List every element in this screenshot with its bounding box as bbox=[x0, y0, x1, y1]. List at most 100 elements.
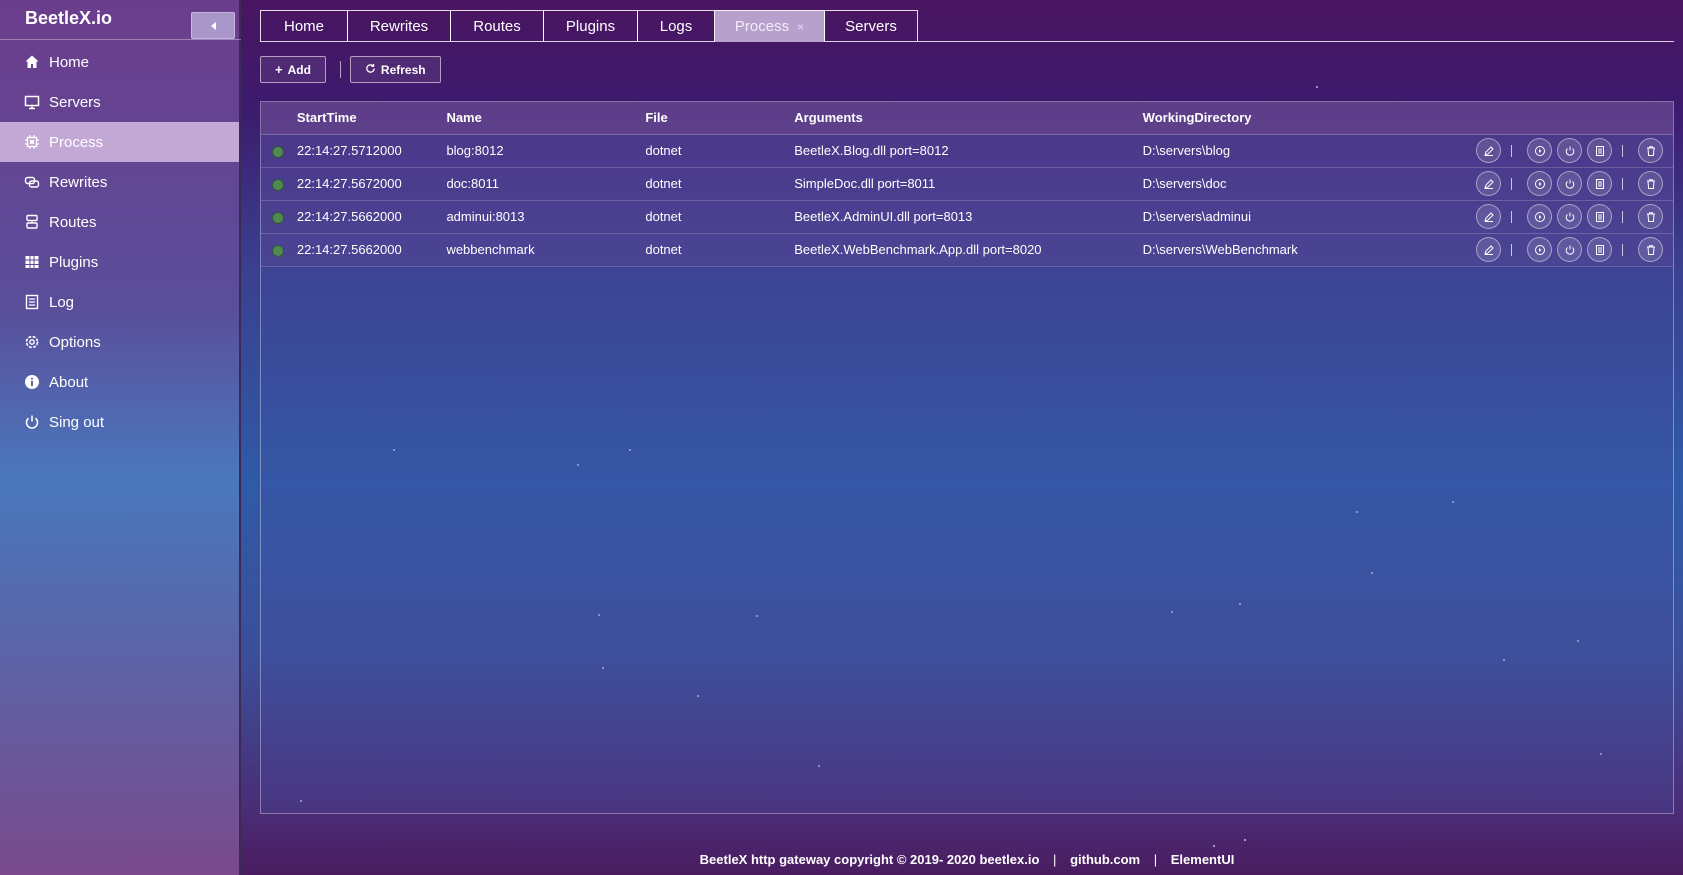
sidebar-item-about[interactable]: About bbox=[0, 362, 239, 402]
delete-button[interactable] bbox=[1638, 237, 1663, 262]
edit-button[interactable] bbox=[1476, 237, 1501, 262]
log-button[interactable] bbox=[1587, 237, 1612, 262]
refresh-icon bbox=[365, 62, 376, 77]
sidebar-item-sign-out[interactable]: Sing out bbox=[0, 402, 239, 442]
home-icon bbox=[24, 54, 40, 70]
tab-plugins[interactable]: Plugins bbox=[543, 10, 638, 42]
app-logo-title: BeetleX.io bbox=[25, 8, 113, 28]
refresh-button[interactable]: Refresh bbox=[349, 56, 441, 83]
delete-button[interactable] bbox=[1638, 138, 1663, 163]
sidebar-item-label: Plugins bbox=[49, 253, 99, 271]
table-row[interactable]: 22:14:27.5672000 doc:8011 dotnet SimpleD… bbox=[261, 167, 1673, 201]
tab-label: Routes bbox=[473, 18, 521, 35]
cell-file: dotnet bbox=[645, 233, 795, 267]
trash-icon bbox=[1646, 211, 1655, 222]
power-icon bbox=[1565, 212, 1574, 222]
sidebar: BeetleX.io Home Servers Process Rewrites… bbox=[0, 0, 241, 875]
tab-process[interactable]: Process × bbox=[714, 10, 825, 42]
sidebar-item-label: Routes bbox=[49, 213, 97, 231]
caret-left-icon bbox=[210, 21, 216, 30]
footer-separator: | bbox=[1153, 852, 1158, 867]
start-button[interactable] bbox=[1527, 171, 1552, 196]
cell-starttime: 22:14:27.5712000 bbox=[296, 134, 447, 168]
column-header-name[interactable]: Name bbox=[446, 102, 646, 135]
column-header-workingdirectory[interactable]: WorkingDirectory bbox=[1142, 102, 1471, 135]
cell-file: dotnet bbox=[645, 200, 795, 234]
sidebar-collapse-button[interactable] bbox=[191, 12, 235, 39]
add-button-label: Add bbox=[287, 62, 311, 77]
sidebar-item-label: About bbox=[49, 373, 89, 391]
log-button[interactable] bbox=[1587, 138, 1612, 163]
table-row[interactable]: 22:14:27.5662000 webbenchmark dotnet Bee… bbox=[261, 233, 1673, 267]
sidebar-item-plugins[interactable]: Plugins bbox=[0, 242, 239, 282]
tab-logs[interactable]: Logs bbox=[637, 10, 715, 42]
server-icon bbox=[24, 214, 40, 230]
log-button[interactable] bbox=[1587, 204, 1612, 229]
trash-icon bbox=[1646, 178, 1655, 189]
table-row[interactable]: 22:14:27.5712000 blog:8012 dotnet Beetle… bbox=[261, 134, 1673, 168]
sidebar-item-label: Home bbox=[49, 53, 90, 71]
gear-icon bbox=[24, 334, 40, 350]
cell-name: webbenchmark bbox=[446, 233, 646, 267]
start-button[interactable] bbox=[1527, 138, 1552, 163]
cpu-icon bbox=[24, 134, 40, 150]
sidebar-item-process[interactable]: Process bbox=[0, 122, 239, 162]
cell-workingdirectory: D:\servers\doc bbox=[1142, 167, 1471, 201]
sidebar-item-rewrites[interactable]: Rewrites bbox=[0, 162, 239, 202]
add-button[interactable]: + Add bbox=[260, 56, 326, 83]
footer-link-github[interactable]: github.com bbox=[1070, 852, 1140, 867]
edit-button[interactable] bbox=[1476, 138, 1501, 163]
edit-button[interactable] bbox=[1476, 171, 1501, 196]
sidebar-item-servers[interactable]: Servers bbox=[0, 82, 239, 122]
status-running-dot bbox=[272, 244, 284, 257]
tab-label: Home bbox=[283, 18, 324, 35]
process-table: StartTime Name File Arguments WorkingDir… bbox=[261, 102, 1673, 267]
delete-button[interactable] bbox=[1638, 204, 1663, 229]
tab-label: Rewrites bbox=[369, 18, 429, 35]
document-icon bbox=[1595, 211, 1604, 222]
start-button[interactable] bbox=[1527, 237, 1552, 262]
sidebar-menu: Home Servers Process Rewrites Routes Plu… bbox=[0, 42, 239, 442]
toolbar: + Add Refresh bbox=[260, 56, 441, 83]
column-header-actions bbox=[1471, 102, 1673, 135]
pencil-icon bbox=[1483, 211, 1494, 222]
start-button[interactable] bbox=[1527, 204, 1552, 229]
column-header-starttime[interactable]: StartTime bbox=[296, 102, 447, 135]
column-header-status bbox=[261, 102, 297, 135]
stop-button[interactable] bbox=[1557, 138, 1582, 163]
play-circle-icon bbox=[1534, 178, 1545, 189]
stop-button[interactable] bbox=[1557, 204, 1582, 229]
edit-button[interactable] bbox=[1476, 204, 1501, 229]
cell-name: doc:8011 bbox=[446, 167, 646, 201]
footer-link-elementui[interactable]: ElementUI bbox=[1171, 852, 1235, 867]
stop-button[interactable] bbox=[1557, 171, 1582, 196]
sidebar-item-routes[interactable]: Routes bbox=[0, 202, 239, 242]
cell-workingdirectory: D:\servers\adminui bbox=[1142, 200, 1471, 234]
row-actions bbox=[1471, 138, 1673, 163]
tab-servers[interactable]: Servers bbox=[824, 10, 918, 42]
tab-rewrites[interactable]: Rewrites bbox=[347, 10, 451, 42]
delete-button[interactable] bbox=[1638, 171, 1663, 196]
stop-button[interactable] bbox=[1557, 237, 1582, 262]
tab-routes[interactable]: Routes bbox=[450, 10, 544, 42]
column-header-arguments[interactable]: Arguments bbox=[794, 102, 1143, 135]
sidebar-item-options[interactable]: Options bbox=[0, 322, 239, 362]
tab-label: Process bbox=[734, 18, 790, 35]
sidebar-item-label: Sing out bbox=[49, 413, 105, 431]
trash-icon bbox=[1646, 145, 1655, 156]
power-icon bbox=[1565, 146, 1574, 156]
sidebar-item-label: Log bbox=[49, 293, 75, 311]
tab-bar: Home Rewrites Routes Plugins Logs Proces… bbox=[260, 10, 1674, 42]
tab-home[interactable]: Home bbox=[260, 10, 348, 42]
brand-header: BeetleX.io bbox=[0, 0, 241, 40]
column-header-file[interactable]: File bbox=[645, 102, 795, 135]
row-actions bbox=[1471, 237, 1673, 262]
action-divider bbox=[1622, 243, 1623, 256]
tab-close-icon[interactable]: × bbox=[797, 20, 804, 34]
sidebar-item-log[interactable]: Log bbox=[0, 282, 239, 322]
row-actions bbox=[1471, 204, 1673, 229]
sidebar-item-home[interactable]: Home bbox=[0, 42, 239, 82]
status-running-dot bbox=[272, 211, 284, 224]
log-button[interactable] bbox=[1587, 171, 1612, 196]
table-row[interactable]: 22:14:27.5662000 adminui:8013 dotnet Bee… bbox=[261, 200, 1673, 234]
